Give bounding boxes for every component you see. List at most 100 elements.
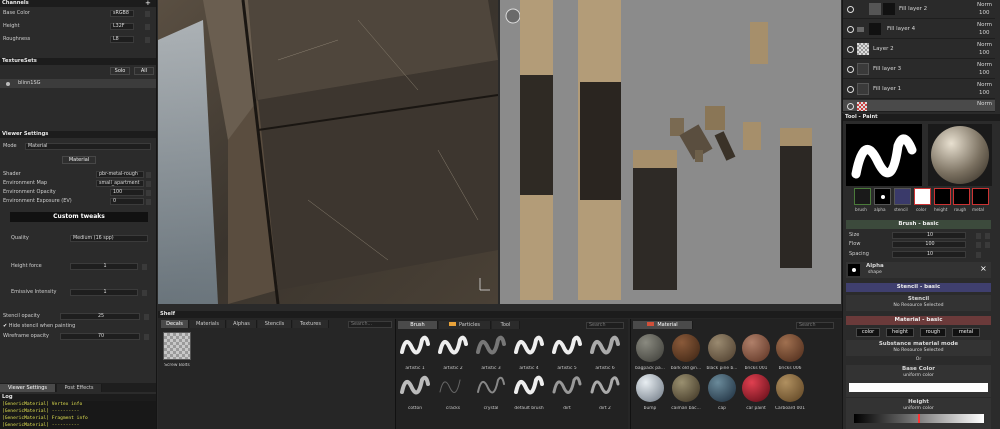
material-ball[interactable]	[672, 374, 700, 402]
brush-search-input[interactable]: Search	[586, 322, 624, 329]
layer-row[interactable]: Fill layer 3 Norm 100	[843, 60, 995, 79]
height-row[interactable]: Height uniform color	[846, 398, 991, 429]
alpha-row[interactable]: Alpha shape ×	[846, 262, 991, 278]
mat-channel-height[interactable]: height	[886, 328, 914, 337]
channel-slot-brush[interactable]	[854, 188, 871, 205]
material-ball[interactable]	[672, 334, 700, 362]
eye-icon[interactable]	[847, 26, 854, 33]
folder-icon[interactable]	[857, 27, 864, 32]
env-opacity-input[interactable]: 100	[110, 189, 144, 196]
stencil-opacity-slider[interactable]: 25	[60, 313, 140, 320]
substance-mode-button[interactable]: Substance material mode No Resource Sele…	[846, 340, 991, 356]
layer-opacity[interactable]: 100	[979, 70, 990, 76]
base-color-swatch[interactable]	[849, 383, 988, 392]
layer-row[interactable]: Fill layer 1 Norm 100	[843, 80, 995, 99]
height-force-slider[interactable]: 1	[70, 263, 138, 270]
viewport-3d[interactable]	[158, 0, 498, 304]
eye-icon[interactable]	[6, 82, 10, 86]
layer-row[interactable]: Norm	[843, 100, 995, 112]
edit-icon[interactable]	[144, 334, 149, 340]
layer-blend[interactable]: Norm	[977, 62, 992, 68]
stencil-section-header[interactable]: Stencil - basic	[846, 283, 991, 292]
decal-thumb[interactable]	[163, 332, 191, 360]
channel-slot-height[interactable]	[934, 188, 951, 205]
eye-icon[interactable]	[847, 103, 854, 110]
layer-blend[interactable]: Norm	[977, 2, 992, 8]
viewport-2d[interactable]	[500, 0, 841, 304]
tab-viewer-settings[interactable]: Viewer Settings	[0, 384, 56, 392]
material-ball[interactable]	[776, 334, 804, 362]
layer-row[interactable]: Layer 2 Norm 100	[843, 40, 995, 59]
edit-icon[interactable]	[976, 242, 981, 248]
edit-icon[interactable]	[976, 233, 981, 239]
emissive-slider[interactable]: 1	[70, 289, 138, 296]
eye-icon[interactable]	[847, 6, 854, 13]
channel-format-select[interactable]: sRGB8	[110, 10, 134, 17]
material-ball[interactable]	[776, 374, 804, 402]
viewport-settings-icon[interactable]	[505, 8, 521, 24]
textureset-item[interactable]: blinn1SG	[0, 79, 156, 88]
edit-icon[interactable]	[146, 181, 151, 187]
material-button[interactable]: Material	[62, 156, 96, 164]
channel-format-select[interactable]: L8	[110, 36, 134, 43]
material-ball[interactable]	[742, 374, 770, 402]
layer-opacity[interactable]: 100	[979, 30, 990, 36]
tab-brush[interactable]: Brush	[398, 321, 438, 329]
material-ball[interactable]	[636, 334, 664, 362]
mat-channel-color[interactable]: color	[856, 328, 880, 337]
all-button[interactable]: All	[134, 67, 154, 75]
base-color-row[interactable]: Base Color uniform color	[846, 365, 991, 397]
edit-icon[interactable]	[146, 199, 151, 205]
channel-slot-metal[interactable]	[972, 188, 989, 205]
hide-stencil-row[interactable]: ✔ Hide stencil when painting	[0, 322, 75, 330]
material-search-input[interactable]: Search	[796, 322, 834, 329]
stencil-button[interactable]: Stencil No Resource Selected	[846, 295, 991, 311]
tab-textures[interactable]: Textures	[293, 320, 329, 328]
tab-stencils[interactable]: Stencils	[258, 320, 292, 328]
layer-opacity[interactable]: 100	[979, 10, 990, 16]
size-slider[interactable]: 10	[892, 232, 966, 239]
env-exposure-input[interactable]: 0	[110, 198, 144, 205]
channel-slot-alpha[interactable]	[874, 188, 891, 205]
close-icon[interactable]: ×	[980, 265, 987, 273]
layer-blend[interactable]: Norm	[977, 22, 992, 28]
link-icon[interactable]	[985, 242, 990, 248]
spacing-slider[interactable]: 10	[892, 251, 966, 258]
edit-icon[interactable]	[146, 190, 151, 196]
remove-channel-icon[interactable]	[145, 24, 150, 30]
eye-icon[interactable]	[847, 66, 854, 73]
layer-blend[interactable]: Norm	[977, 82, 992, 88]
tab-material[interactable]: Material	[633, 321, 693, 329]
tab-materials[interactable]: Materials	[190, 320, 226, 328]
mat-channel-metal[interactable]: metal	[952, 328, 980, 337]
channel-slot-stencil[interactable]	[894, 188, 911, 205]
add-channel-icon[interactable]: +	[145, 0, 151, 7]
tab-tool[interactable]: Tool	[492, 321, 520, 329]
edit-icon[interactable]	[144, 314, 149, 320]
height-slider[interactable]	[853, 414, 984, 423]
remove-channel-icon[interactable]	[145, 11, 150, 17]
layer-blend[interactable]: Norm	[977, 101, 992, 107]
mat-channel-rough[interactable]: rough	[920, 328, 946, 337]
layer-opacity[interactable]: 100	[979, 90, 990, 96]
remove-channel-icon[interactable]	[145, 37, 150, 43]
channel-slot-rough[interactable]	[953, 188, 970, 205]
material-ball[interactable]	[708, 374, 736, 402]
channel-format-select[interactable]: L32F	[110, 23, 134, 30]
flow-slider[interactable]: 100	[892, 241, 966, 248]
edit-icon[interactable]	[142, 290, 147, 296]
edit-icon[interactable]	[146, 172, 151, 178]
solo-button[interactable]: Solo	[110, 67, 130, 75]
layer-opacity[interactable]: 100	[979, 50, 990, 56]
layer-row[interactable]: Fill layer 2 Norm 100	[843, 0, 995, 19]
tab-post-effects[interactable]: Post Effects	[57, 384, 102, 392]
eye-icon[interactable]	[847, 46, 854, 53]
log-console[interactable]: [GenericMaterial] Vertex info [GenericMa…	[0, 401, 156, 429]
wireframe-slider[interactable]: 70	[60, 333, 140, 340]
shelf-search-input[interactable]: Search...	[348, 321, 392, 328]
material-ball[interactable]	[742, 334, 770, 362]
eye-icon[interactable]	[847, 86, 854, 93]
channel-slot-color[interactable]	[914, 188, 931, 205]
mode-select[interactable]: Material	[25, 143, 151, 150]
material-ball[interactable]	[708, 334, 736, 362]
